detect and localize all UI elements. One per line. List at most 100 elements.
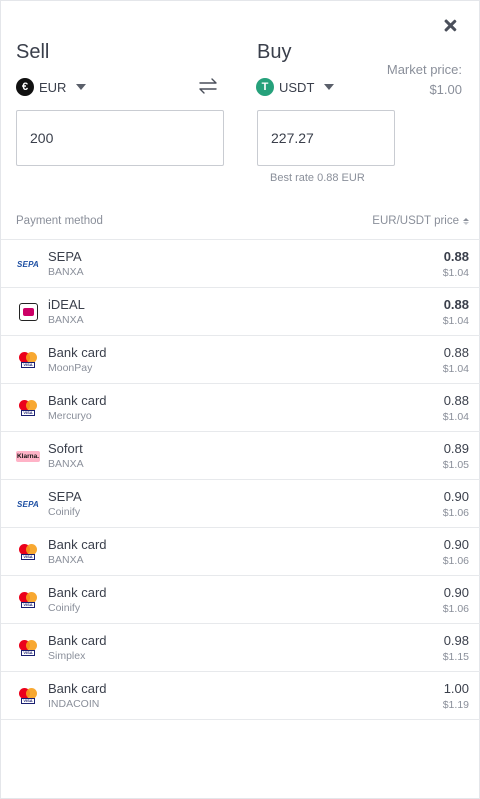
- payment-method-name: Bank card: [48, 537, 107, 552]
- sepa-logo-text: SEPA: [17, 499, 39, 509]
- card-mark: VISA: [18, 544, 38, 560]
- usd-price: $1.05: [442, 459, 469, 471]
- payment-provider: Coinify: [48, 602, 81, 614]
- payment-method-name: Sofort: [48, 441, 83, 456]
- buy-currency-label: USDT: [279, 79, 315, 95]
- payment-provider: BANXA: [48, 314, 84, 326]
- buy-currency-select[interactable]: T USDT: [256, 77, 335, 97]
- payment-provider: MoonPay: [48, 362, 93, 374]
- payment-method-row[interactable]: VISA Bank card Simplex 0.98 $1.15: [1, 624, 480, 672]
- card-mark: VISA: [18, 352, 38, 368]
- exchange-widget: Sell Buy € EUR T USDT Market price: $1.0…: [0, 0, 480, 799]
- sell-currency-label: EUR: [39, 79, 67, 95]
- eur-price: 1.00: [443, 681, 469, 696]
- visa-text: VISA: [21, 602, 35, 608]
- payment-method-name: SEPA: [48, 489, 82, 504]
- market-price-label: Market price:: [386, 62, 462, 77]
- sort-icon: [463, 217, 469, 225]
- swap-icon[interactable]: [197, 75, 219, 97]
- usd-price: $1.06: [442, 555, 469, 567]
- payment-provider: Simplex: [48, 650, 86, 662]
- close-icon[interactable]: [439, 15, 461, 37]
- payment-method-row[interactable]: VISA Bank card MoonPay 0.88 $1.04: [1, 336, 480, 384]
- usd-price: $1.15: [442, 651, 469, 663]
- payment-method-name: Bank card: [48, 633, 107, 648]
- ideal-logo-icon: [16, 302, 40, 322]
- payment-method-row[interactable]: VISA Bank card BANXA 0.90 $1.06: [1, 528, 480, 576]
- klarna-logo-icon: Klarna.: [16, 446, 40, 466]
- payment-method-name: Bank card: [48, 393, 107, 408]
- tether-icon: T: [256, 78, 274, 96]
- chevron-down-icon: [324, 84, 335, 90]
- euro-icon: €: [16, 78, 34, 96]
- eur-price: 0.89: [443, 441, 469, 456]
- visa-text: VISA: [21, 650, 35, 656]
- visa-text: VISA: [21, 554, 35, 560]
- payment-method-row[interactable]: VISA Bank card Mercuryo 0.88 $1.04: [1, 384, 480, 432]
- payment-method-list: SEPA SEPA BANXA 0.88 $1.04 iDEAL BANXA 0.88 $1.0…: [1, 240, 480, 720]
- usd-price: $1.19: [442, 699, 469, 711]
- eur-price: 0.88: [443, 297, 469, 312]
- payment-method-row[interactable]: VISA Bank card INDACOIN 1.00 $1.19: [1, 672, 480, 720]
- payment-method-name: Bank card: [48, 345, 107, 360]
- visa-text: VISA: [21, 362, 35, 368]
- sell-amount-input[interactable]: 200: [16, 110, 224, 166]
- eur-price: 0.88: [443, 249, 469, 264]
- payment-provider: Coinify: [48, 506, 81, 518]
- eur-price: 0.90: [443, 585, 469, 600]
- eur-price: 0.90: [443, 537, 469, 552]
- payment-provider: BANXA: [48, 554, 84, 566]
- sepa-logo-icon: SEPA: [16, 254, 40, 274]
- card-mark: VISA: [18, 400, 38, 416]
- payment-method-row[interactable]: SEPA SEPA BANXA 0.88 $1.04: [1, 240, 480, 288]
- bank-card-icon: VISA: [16, 686, 40, 706]
- usd-price: $1.04: [442, 267, 469, 279]
- card-mark: VISA: [18, 592, 38, 608]
- bank-card-icon: VISA: [16, 350, 40, 370]
- market-price: Market price: $1.00: [387, 60, 462, 100]
- usd-price: $1.04: [442, 315, 469, 327]
- eur-price: 0.98: [443, 633, 469, 648]
- price-header-label: EUR/USDT price: [372, 215, 459, 227]
- payment-method-row[interactable]: VISA Bank card Coinify 0.90 $1.06: [1, 576, 480, 624]
- payment-method-row[interactable]: iDEAL BANXA 0.88 $1.04: [1, 288, 480, 336]
- klarna-logo-text: Klarna.: [16, 450, 40, 462]
- usd-price: $1.06: [442, 507, 469, 519]
- eur-price: 0.88: [443, 345, 469, 360]
- card-mark: VISA: [18, 688, 38, 704]
- visa-text: VISA: [21, 698, 35, 704]
- sell-title: Sell: [16, 41, 50, 63]
- payment-method-name: iDEAL: [48, 297, 85, 312]
- best-rate-note: Best rate 0.88 EUR: [270, 172, 365, 184]
- sepa-logo-text: SEPA: [17, 259, 39, 269]
- payment-provider: BANXA: [48, 266, 84, 278]
- market-price-value: $1.00: [429, 82, 462, 97]
- usd-price: $1.06: [442, 603, 469, 615]
- eur-price: 0.90: [443, 489, 469, 504]
- usd-price: $1.04: [442, 363, 469, 375]
- buy-amount-input[interactable]: 227.27: [257, 110, 395, 166]
- bank-card-icon: VISA: [16, 542, 40, 562]
- payment-table-header: Payment method EUR/USDT price: [1, 209, 480, 240]
- payment-method-name: SEPA: [48, 249, 82, 264]
- eur-price: 0.88: [443, 393, 469, 408]
- bank-card-icon: VISA: [16, 398, 40, 418]
- visa-text: VISA: [21, 410, 35, 416]
- bank-card-icon: VISA: [16, 638, 40, 658]
- payment-provider: INDACOIN: [48, 698, 100, 710]
- buy-title: Buy: [257, 41, 292, 63]
- sell-currency-select[interactable]: € EUR: [16, 77, 87, 97]
- card-mark: VISA: [18, 640, 38, 656]
- payment-method-row[interactable]: Klarna. Sofort BANXA 0.89 $1.05: [1, 432, 480, 480]
- bank-card-icon: VISA: [16, 590, 40, 610]
- payment-provider: BANXA: [48, 458, 84, 470]
- payment-method-header: Payment method: [16, 215, 103, 227]
- usd-price: $1.04: [442, 411, 469, 423]
- price-sort-header[interactable]: EUR/USDT price: [372, 215, 469, 227]
- payment-method-name: Bank card: [48, 681, 107, 696]
- sepa-logo-icon: SEPA: [16, 494, 40, 514]
- payment-provider: Mercuryo: [48, 410, 92, 422]
- payment-method-row[interactable]: SEPA SEPA Coinify 0.90 $1.06: [1, 480, 480, 528]
- chevron-down-icon: [76, 84, 87, 90]
- ideal-mark: [18, 303, 38, 321]
